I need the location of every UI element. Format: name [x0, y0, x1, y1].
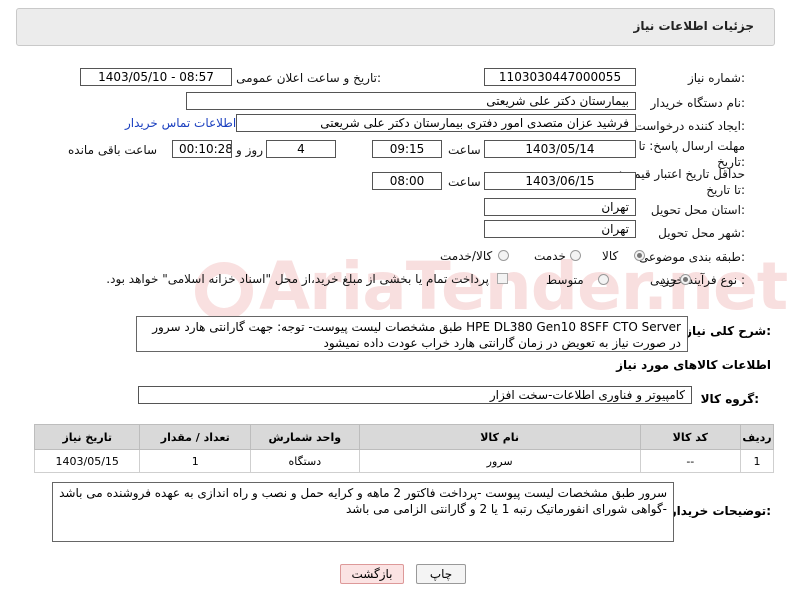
need-number-label: شماره نیاز: [687, 71, 745, 85]
cell-row: 1 [739, 449, 775, 473]
process-radio-minor[interactable] [680, 274, 691, 285]
goods-group-label: گروه کالا: [700, 392, 759, 406]
reply-time-label: ساعت [448, 143, 481, 157]
description-field[interactable]: HPE DL380 Gen10 8SFF CTO Server طبق مشخص… [136, 316, 688, 352]
table-row: 1 -- سرور دستگاه 1 1403/05/15 [33, 449, 775, 473]
header-panel: جزئیات اطلاعات نیاز [16, 8, 775, 46]
reply-time-field: 09:15 [372, 140, 442, 158]
buyer-org-field: بیمارستان دکتر علی شریعتی [186, 92, 636, 110]
description-label: شرح کلی نیاز: [685, 324, 771, 338]
cell-code: -- [639, 449, 741, 473]
col-code: کد کالا [639, 424, 741, 450]
category-option-goods: کالا [602, 249, 619, 263]
treasury-payment-note: پرداخت تمام یا بخشی از مبلغ خرید،از محل … [106, 272, 489, 286]
watermark-logo-icon [195, 261, 253, 320]
reply-date-field: 1403/05/14 [484, 140, 636, 158]
price-time-label: ساعت [448, 175, 481, 189]
creator-field: فرشید عزان متصدی امور دفتری بیمارستان دک… [236, 114, 636, 132]
process-radio-medium[interactable] [598, 274, 609, 285]
goods-table: ردیف کد کالا نام کالا واحد شمارش تعداد /… [33, 424, 775, 473]
cell-need-date: 1403/05/15 [33, 449, 141, 473]
cell-quantity: 1 [139, 449, 252, 473]
city-field: تهران [484, 220, 636, 238]
category-radio-goods-service[interactable] [498, 250, 509, 261]
goods-table-header: ردیف کد کالا نام کالا واحد شمارش تعداد /… [33, 424, 775, 450]
province-label: استان محل تحویل: [650, 203, 745, 217]
contact-buyer-link[interactable]: اطلاعات تماس خریدار [125, 116, 236, 130]
process-option-minor: جزیی [650, 273, 678, 287]
price-time-field: 08:00 [372, 172, 442, 190]
cell-unit: دستگاه [250, 449, 360, 473]
goods-group-field: کامپیوتر و فناوری اطلاعات-سخت افزار [138, 386, 692, 404]
remaining-time-label: ساعت باقی مانده [68, 143, 158, 157]
process-option-medium: متوسط [546, 273, 584, 287]
print-button[interactable]: چاپ [416, 564, 466, 584]
col-row: ردیف [739, 424, 775, 450]
back-button[interactable]: بازگشت [340, 564, 404, 584]
city-label: شهر محل تحویل: [658, 226, 745, 240]
price-date-field: 1403/06/15 [484, 172, 636, 190]
category-option-goods-service: کالا/خدمت [440, 249, 493, 263]
category-option-service: خدمت [534, 249, 566, 263]
days-field: 4 [266, 140, 336, 158]
col-name: نام کالا [358, 424, 641, 450]
cell-name: سرور [358, 449, 641, 473]
need-number-field: 1103030447000055 [484, 68, 636, 86]
treasury-payment-checkbox[interactable] [497, 273, 508, 284]
buyer-org-label: نام دستگاه خریدار: [650, 96, 746, 110]
announce-label: تاریخ و ساعت اعلان عمومی: [236, 71, 381, 85]
buyer-notes-label: توضیحات خریدار: [669, 504, 771, 518]
col-quantity: تعداد / مقدار [139, 424, 252, 450]
page-title: جزئیات اطلاعات نیاز [633, 19, 754, 33]
buyer-notes-field[interactable]: سرور طبق مشخصات لیست پیوست -پرداخت فاکتو… [52, 482, 674, 542]
col-unit: واحد شمارش [250, 424, 360, 450]
remaining-time-field: 00:10:28 [172, 140, 232, 158]
category-radio-service[interactable] [570, 250, 581, 261]
col-need-date: تاریخ نیاز [33, 424, 141, 450]
category-radio-goods[interactable] [634, 250, 645, 261]
province-field: تهران [484, 198, 636, 216]
category-label: طبقه بندی موضوعی: [638, 250, 745, 264]
announce-field: 1403/05/10 - 08:57 [80, 68, 232, 86]
goods-section-title: اطلاعات کالاهای مورد نیاز [616, 358, 771, 372]
creator-label: ایجاد کننده درخواست: [634, 119, 745, 133]
days-label: روز و [236, 143, 263, 157]
